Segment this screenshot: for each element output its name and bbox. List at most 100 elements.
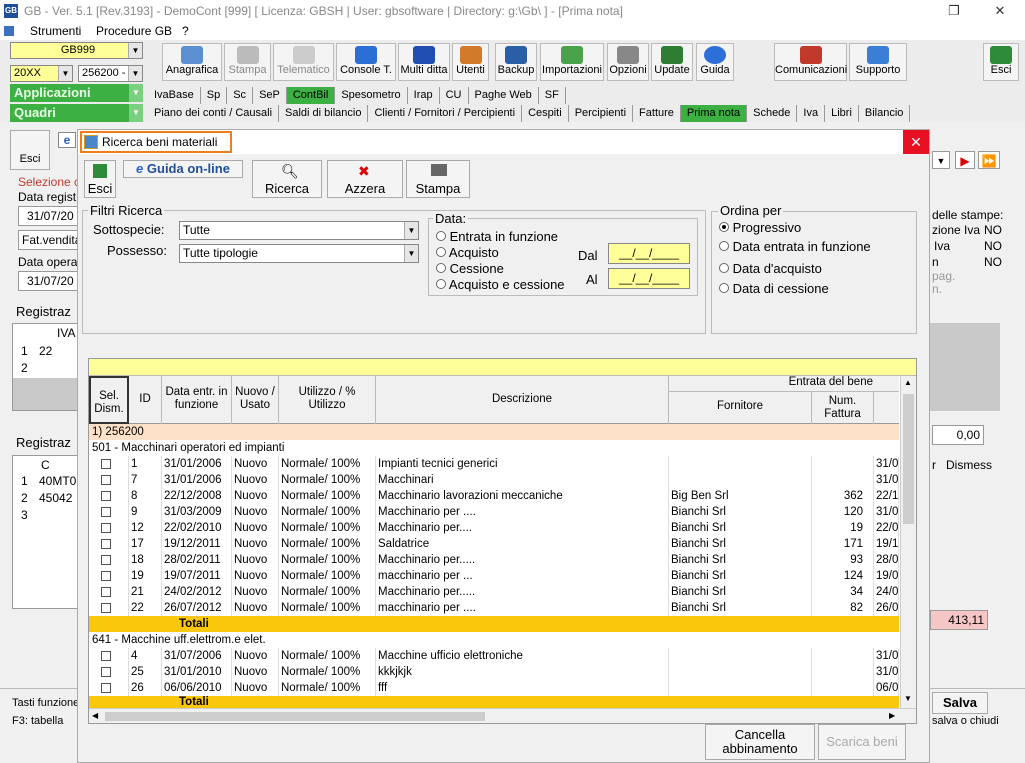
tab-cu[interactable]: CU xyxy=(440,87,469,104)
stampa-button[interactable]: Stampa xyxy=(224,43,271,81)
row-checkbox[interactable] xyxy=(101,603,111,613)
tab-bilancio[interactable]: Bilancio xyxy=(859,105,911,122)
tab-sep[interactable]: SeP xyxy=(253,87,287,104)
header-utilizzo[interactable]: Utilizzo / % Utilizzo xyxy=(279,376,376,424)
tab-spesometro[interactable]: Spesometro xyxy=(335,87,408,104)
tab-ivabase[interactable]: IvaBase xyxy=(148,87,201,104)
radio-acquisto-cessione[interactable]: Acquisto e cessione xyxy=(436,277,565,292)
sottospecie-select[interactable]: Tutte ▼ xyxy=(179,221,419,240)
table-row[interactable]: 22 26/07/2012 Nuovo Normale/ 100% macchinari… xyxy=(89,600,899,616)
tab-libri[interactable]: Libri xyxy=(825,105,859,122)
guida-button[interactable]: Guida xyxy=(696,43,734,81)
next-record-icon[interactable]: ▶ xyxy=(955,151,975,169)
header-fornitore[interactable]: Fornitore xyxy=(669,392,812,424)
header-sel[interactable]: Sel. Dism. xyxy=(89,376,129,424)
utenti-button[interactable]: Utenti xyxy=(452,43,489,81)
tab-schede[interactable]: Schede xyxy=(747,105,798,122)
backup-button[interactable]: Backup xyxy=(495,43,537,81)
dialog-esci-button[interactable]: Esci xyxy=(84,160,116,198)
tab-sp[interactable]: Sp xyxy=(201,87,228,104)
row-checkbox[interactable] xyxy=(101,667,111,677)
supporto-button[interactable]: Supporto xyxy=(849,43,907,81)
restore-icon[interactable]: ❐ xyxy=(931,0,977,22)
table-row[interactable]: 17 19/12/2011 Nuovo Normale/ 100% Saldatrice… xyxy=(89,536,899,552)
last-record-icon[interactable]: ⏩ xyxy=(978,151,1000,169)
tab-percipienti[interactable]: Percipienti xyxy=(569,105,634,122)
radio-cessione[interactable]: Cessione xyxy=(436,261,504,276)
row-checkbox[interactable] xyxy=(101,507,111,517)
table-row[interactable]: 12 22/02/2010 Nuovo Normale/ 100% Macchinari… xyxy=(89,520,899,536)
comunicazioni-button[interactable]: Comunicazioni xyxy=(774,43,847,81)
hscroll-thumb[interactable] xyxy=(105,712,485,721)
row-checkbox[interactable] xyxy=(101,587,111,597)
possesso-select[interactable]: Tutte tipologie ▼ xyxy=(179,244,419,263)
menu-strumenti[interactable]: Strumenti xyxy=(30,22,81,40)
table-row[interactable]: 18 28/02/2011 Nuovo Normale/ 100% Macchinari… xyxy=(89,552,899,568)
radio-data-acquisto[interactable]: Data d'acquisto xyxy=(719,261,822,276)
scroll-up-icon[interactable]: ▲ xyxy=(904,378,912,387)
tab-clienti[interactable]: Clienti / Fornitori / Percipienti xyxy=(368,105,523,122)
scroll-left-icon[interactable]: ◀ xyxy=(92,711,98,720)
table-row[interactable]: 8 22/12/2008 Nuovo Normale/ 100% Macchinario… xyxy=(89,488,899,504)
radio-entrata[interactable]: Entrata in funzione xyxy=(436,229,558,244)
vertical-scrollbar[interactable]: ▲ ▼ xyxy=(900,376,916,708)
chevron-down-icon[interactable]: ▼ xyxy=(932,151,950,169)
al-field[interactable]: __/__/____ xyxy=(608,268,690,289)
applicazioni-select[interactable]: Applicazioni ▼ xyxy=(10,84,143,102)
row-checkbox[interactable] xyxy=(101,491,111,501)
scroll-down-icon[interactable]: ▼ xyxy=(904,694,912,703)
tab-saldi[interactable]: Saldi di bilancio xyxy=(279,105,369,122)
scarica-beni-button[interactable]: Scarica beni xyxy=(818,724,906,760)
radio-data-cessione[interactable]: Data di cessione xyxy=(719,281,829,296)
importazioni-button[interactable]: Importazioni xyxy=(540,43,604,81)
company-select[interactable]: GB999 ▼ xyxy=(10,42,143,59)
guida-online-button[interactable]: e Guida on-line xyxy=(123,160,243,178)
tab-sc[interactable]: Sc xyxy=(227,87,254,104)
tab-cespiti[interactable]: Cespiti xyxy=(522,105,569,122)
tab-contbil[interactable]: ContBil xyxy=(286,87,336,104)
header-nuovo[interactable]: Nuovo / Usato xyxy=(232,376,279,424)
data-reg-field[interactable]: 31/07/20 xyxy=(18,206,78,226)
header-data[interactable]: Data entr. in funzione xyxy=(162,376,232,424)
row-checkbox[interactable] xyxy=(101,475,111,485)
data-op-field[interactable]: 31/07/20 xyxy=(18,271,78,291)
tab-piano-conti[interactable]: Piano dei conti / Causali xyxy=(148,105,280,122)
dialog-stampa-button[interactable]: Stampa xyxy=(406,160,470,198)
horizontal-scrollbar[interactable]: ◀ ▶ xyxy=(89,708,916,723)
tab-prima-nota[interactable]: Prima nota xyxy=(680,105,748,122)
table-row[interactable]: 26 06/06/2010 Nuovo Normale/ 100% fff 06/0 xyxy=(89,680,899,696)
anagrafica-button[interactable]: Anagrafica xyxy=(162,43,222,81)
row-checkbox[interactable] xyxy=(101,555,111,565)
code-select[interactable]: 256200 - ▼ xyxy=(78,65,143,82)
row-checkbox[interactable] xyxy=(101,651,111,661)
esci-main-button[interactable]: Esci xyxy=(983,43,1019,81)
row-checkbox[interactable] xyxy=(101,571,111,581)
azzera-button[interactable]: ✖ Azzera xyxy=(327,160,403,198)
scroll-right-icon[interactable]: ▶ xyxy=(889,711,895,720)
table-row[interactable]: 7 31/01/2006 Nuovo Normale/ 100% Macchinari 3… xyxy=(89,472,899,488)
menu-help[interactable]: ? xyxy=(182,22,189,40)
console-button[interactable]: Console T. xyxy=(336,43,396,81)
table-row[interactable]: 1 31/01/2006 Nuovo Normale/ 100% Impianti te… xyxy=(89,456,899,472)
radio-acquisto[interactable]: Acquisto xyxy=(436,245,499,260)
telematico-button[interactable]: Telematico xyxy=(273,43,334,81)
tab-sf[interactable]: SF xyxy=(539,87,566,104)
dialog-close-icon[interactable]: ✕ xyxy=(903,130,929,154)
table-row[interactable]: 4 31/07/2006 Nuovo Normale/ 100% Macchine uf… xyxy=(89,648,899,664)
ricerca-button[interactable]: 🔍︎ Ricerca xyxy=(252,160,322,198)
table-row[interactable]: 21 24/02/2012 Nuovo Normale/ 100% Macchinari… xyxy=(89,584,899,600)
year-select[interactable]: 20XX ▼ xyxy=(10,65,73,82)
row-checkbox[interactable] xyxy=(101,523,111,533)
header-id[interactable]: ID xyxy=(129,376,162,424)
salva-button[interactable]: Salva xyxy=(932,692,988,714)
dal-field[interactable]: __/__/____ xyxy=(608,243,690,264)
quadri-select[interactable]: Quadri ▼ xyxy=(10,104,143,122)
tab-irap[interactable]: Irap xyxy=(408,87,440,104)
menu-procedure-gb[interactable]: Procedure GB xyxy=(96,22,172,40)
table-row[interactable]: 9 31/03/2009 Nuovo Normale/ 100% Macchinario… xyxy=(89,504,899,520)
tab-fatture[interactable]: Fatture xyxy=(633,105,681,122)
tab-iva[interactable]: Iva xyxy=(797,105,826,122)
multi-ditta-button[interactable]: Multi ditta xyxy=(398,43,450,81)
header-num-fattura[interactable]: Num. Fattura xyxy=(812,392,874,424)
update-button[interactable]: Update xyxy=(651,43,693,81)
